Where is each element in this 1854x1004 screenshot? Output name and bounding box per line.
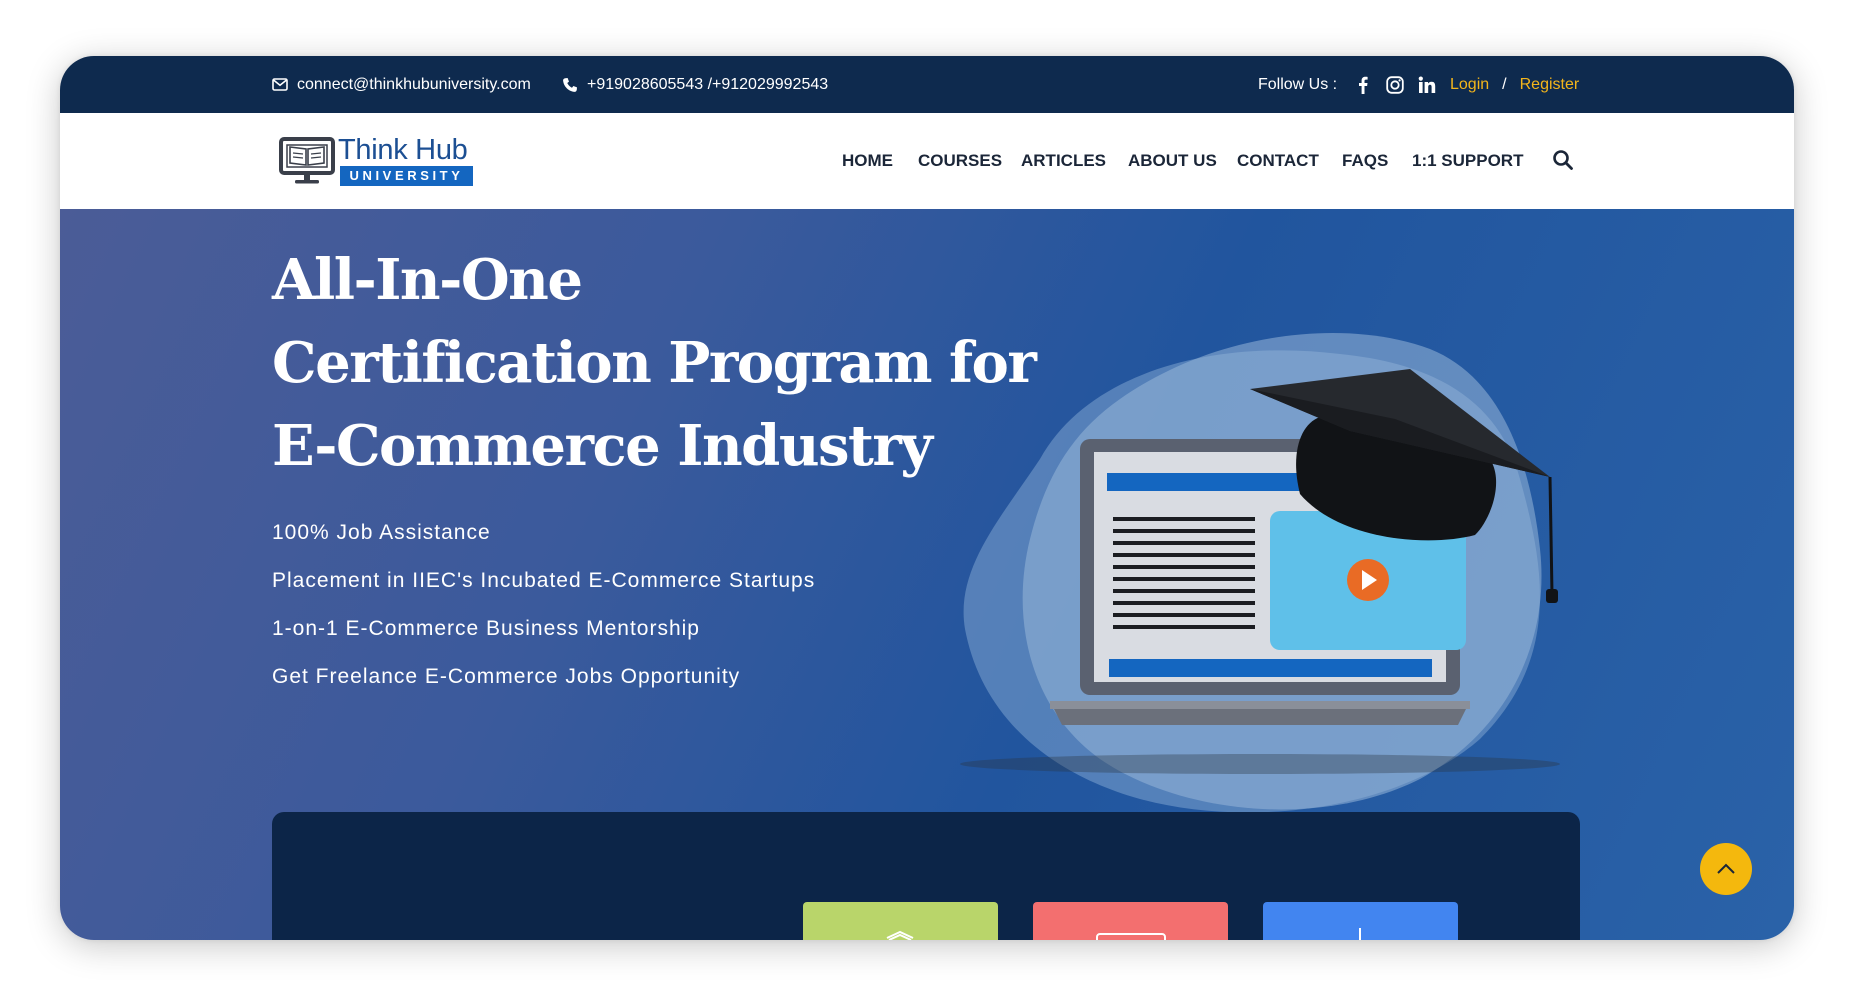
- facebook-icon[interactable]: [1347, 56, 1379, 113]
- nav-courses[interactable]: COURSES: [918, 113, 1002, 209]
- monitor-icon: [1096, 933, 1166, 940]
- bottom-panel: [272, 812, 1580, 940]
- search-button[interactable]: [1552, 149, 1576, 173]
- phone-text: +919028605543 /+912029992543: [587, 75, 829, 93]
- nav-articles[interactable]: ARTICLES: [1021, 113, 1106, 209]
- feature-tile-blue[interactable]: [1263, 902, 1458, 940]
- feature-item: 1-on-1 E-Commerce Business Mentorship: [272, 617, 700, 640]
- top-contact-bar: connect@thinkhubuniversity.com +91902860…: [60, 56, 1794, 113]
- login-link[interactable]: Login: [1450, 76, 1489, 94]
- feature-tile-red[interactable]: [1033, 902, 1228, 940]
- instagram-icon[interactable]: [1379, 56, 1411, 113]
- nav-contact[interactable]: CONTACT: [1237, 113, 1319, 209]
- nav-home[interactable]: HOME: [842, 113, 893, 209]
- register-link[interactable]: Register: [1520, 76, 1580, 94]
- email-contact[interactable]: connect@thinkhubuniversity.com: [272, 56, 531, 113]
- linkedin-icon[interactable]: [1411, 56, 1443, 113]
- auth-links: Login / Register: [1450, 56, 1579, 113]
- main-nav: HOME COURSES ARTICLES ABOUT US CONTACT F…: [60, 113, 1794, 209]
- email-text: connect@thinkhubuniversity.com: [297, 75, 531, 93]
- feature-item: Get Freelance E-Commerce Jobs Opportunit…: [272, 665, 741, 688]
- follow-label: Follow Us :: [1258, 75, 1338, 93]
- nav-support[interactable]: 1:1 SUPPORT: [1412, 113, 1523, 209]
- chevron-up-icon: [1717, 863, 1735, 874]
- feature-item: Placement in IIEC's Incubated E-Commerce…: [272, 569, 816, 592]
- auth-separator: /: [1502, 75, 1507, 93]
- scroll-to-top-button[interactable]: [1700, 843, 1752, 895]
- laptop-graduation-illustration: [960, 333, 1560, 813]
- main-navbar: Think Hub UNIVERSITY HOME COURSES ARTICL…: [60, 113, 1794, 209]
- phone-icon: [563, 77, 577, 92]
- hero-section: All-In-One Certification Program for E-C…: [60, 209, 1794, 940]
- feature-list: 100% Job Assistance Placement in IIEC's …: [272, 519, 815, 711]
- social-follow: Follow Us :: [1258, 56, 1443, 113]
- book-icon: [886, 930, 914, 940]
- feature-tile-green[interactable]: [803, 902, 998, 940]
- feature-item: 100% Job Assistance: [272, 521, 491, 544]
- nav-about-us[interactable]: ABOUT US: [1128, 113, 1217, 209]
- phone-contact[interactable]: +919028605543 /+912029992543: [562, 56, 828, 113]
- search-icon: [1553, 150, 1573, 170]
- pin-icon: [1359, 928, 1361, 940]
- nav-faqs[interactable]: FAQS: [1342, 113, 1388, 209]
- mail-icon: [272, 78, 288, 91]
- browser-frame: connect@thinkhubuniversity.com +91902860…: [60, 56, 1794, 940]
